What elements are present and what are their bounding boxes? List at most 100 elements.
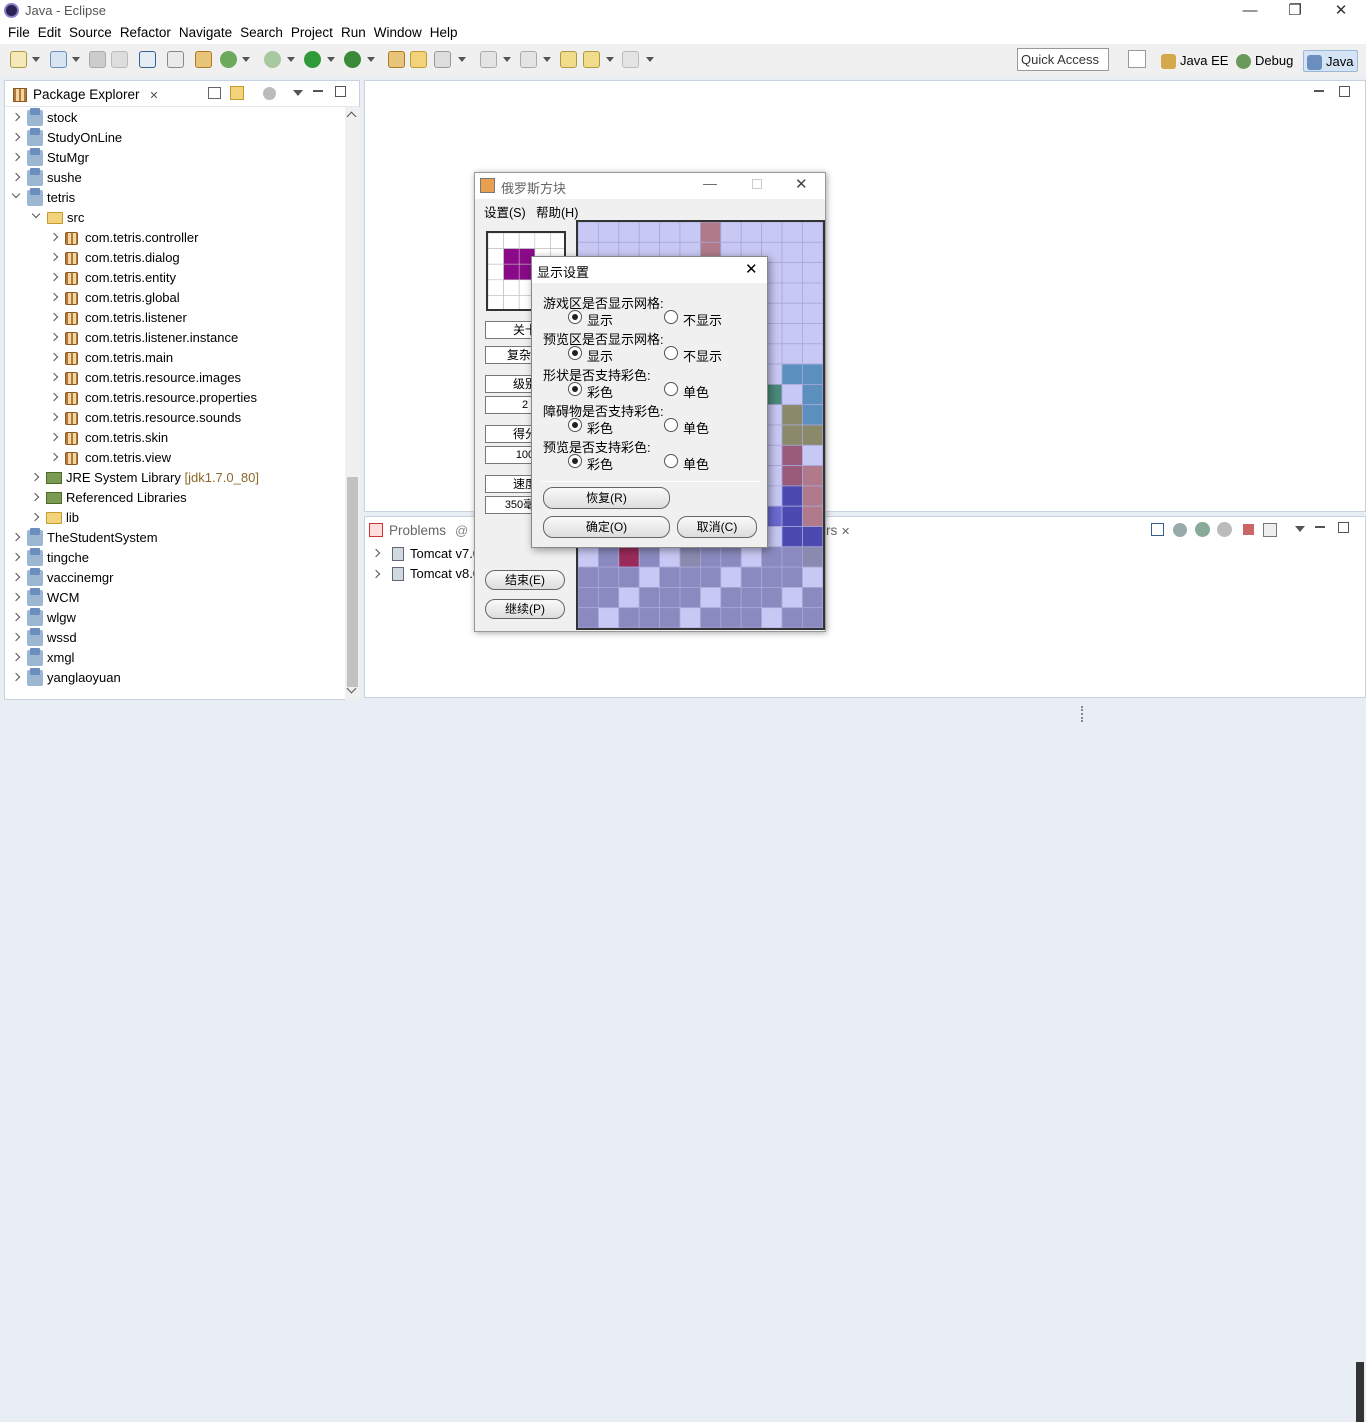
expand-arrow-icon[interactable] [11,572,21,582]
tree-item[interactable]: StudyOnLine [5,128,343,148]
radio-button[interactable] [664,310,678,324]
run-dropdown-icon[interactable] [327,57,335,62]
back-icon[interactable] [583,51,600,68]
tree-item[interactable]: lib [5,508,343,528]
menu-refactor[interactable]: Refactor [116,22,175,43]
expand-arrow-icon[interactable] [11,172,21,182]
tab-package-explorer[interactable]: Package Explorer ✕ [9,84,165,106]
expand-arrow-icon[interactable] [49,392,59,402]
quick-access-input[interactable]: Quick Access [1017,48,1109,71]
radio-label[interactable]: 不显示 [683,346,722,365]
search-dropdown-icon[interactable] [458,57,466,62]
menu-file[interactable]: File [4,22,34,43]
publish-icon[interactable] [1263,523,1277,537]
restore-button[interactable]: 恢复(R) [543,487,670,509]
tree-item[interactable]: com.tetris.listener [5,308,343,328]
perspective-java[interactable]: Java [1303,50,1359,72]
expand-arrow-icon[interactable] [49,372,59,382]
new-icon[interactable] [10,51,27,68]
search-icon[interactable] [434,51,451,68]
expand-arrow-icon[interactable] [49,252,59,262]
menu-source[interactable]: Source [65,22,116,43]
profile-server-icon[interactable] [1217,522,1232,537]
radio-label[interactable]: 彩色 [587,382,613,401]
tree-item[interactable]: yanglaoyuan [5,668,343,688]
collapse-all-icon[interactable] [208,87,221,99]
scrollbar-thumb[interactable] [347,477,358,687]
radio-label[interactable]: 单色 [683,418,709,437]
save-all-icon[interactable] [111,51,128,68]
tree-scrollbar[interactable] [345,107,360,701]
debug-dropdown-icon[interactable] [287,57,295,62]
restore-button[interactable]: ❐ [1272,0,1318,22]
expand-arrow-icon[interactable] [49,232,59,242]
expand-arrow-icon[interactable] [11,612,21,622]
menu-navigate[interactable]: Navigate [175,22,236,43]
prev-annotation-icon[interactable] [520,51,537,68]
tree-item[interactable]: com.tetris.resource.properties [5,388,343,408]
expand-arrow-icon[interactable] [11,152,21,162]
tree-item[interactable]: xmgl [5,648,343,668]
new-dropdown-icon[interactable] [32,57,40,62]
ok-button[interactable]: 确定(O) [543,516,670,538]
tetris-minimize-button[interactable]: — [703,175,717,191]
radio-button[interactable] [568,382,582,396]
menu-edit[interactable]: Edit [34,22,65,43]
refresh-dropdown-icon[interactable] [242,57,250,62]
refresh-icon[interactable] [220,51,237,68]
open-perspective-icon[interactable] [1128,50,1146,68]
tree-item[interactable]: src [5,208,343,228]
expand-arrow-icon[interactable] [49,412,59,422]
radio-label[interactable]: 彩色 [587,454,613,473]
radio-button[interactable] [664,382,678,396]
expand-arrow-icon[interactable] [49,352,59,362]
expand-arrow-icon[interactable] [11,132,21,142]
close-button[interactable]: ✕ [1318,0,1364,22]
cancel-button[interactable]: 取消(C) [677,516,757,538]
menu-search[interactable]: Search [236,22,287,43]
radio-label[interactable]: 单色 [683,454,709,473]
expand-arrow-icon[interactable] [11,552,21,562]
expand-arrow-icon[interactable] [11,652,21,662]
radio-button[interactable] [664,418,678,432]
tree-item[interactable]: wssd [5,628,343,648]
server-item[interactable]: Tomcat v7.0 [410,546,480,561]
maximize-view-icon[interactable] [1338,522,1349,533]
javadoc-tab-icon[interactable]: @ [455,523,468,538]
stop-server-icon[interactable] [1243,524,1254,535]
expand-arrow-icon[interactable] [49,452,59,462]
tree-item[interactable]: WCM [5,588,343,608]
tree-item[interactable]: StuMgr [5,148,343,168]
radio-button[interactable] [568,346,582,360]
radio-label[interactable]: 显示 [587,310,613,329]
debug-server-icon[interactable] [1173,523,1187,537]
skip-breakpoints-icon[interactable] [167,51,184,68]
dialog-close-button[interactable]: ✕ [745,260,758,278]
next-annotation-dropdown-icon[interactable] [503,57,511,62]
collapse-servers-icon[interactable] [1151,523,1164,536]
tree-item[interactable]: Referenced Libraries [5,488,343,508]
close-tab-icon[interactable]: ✕ [841,526,850,538]
debug-icon[interactable] [264,51,281,68]
last-edit-icon[interactable] [560,51,577,68]
expand-arrow-icon[interactable] [11,672,21,682]
tree-item[interactable]: JRE System Library [jdk1.7.0_80] [5,468,343,488]
start-server-icon[interactable] [1195,522,1210,537]
collapse-arrow-icon[interactable] [11,189,21,199]
tab-servers[interactable]: rs ✕ [826,523,850,538]
radio-button[interactable] [568,418,582,432]
menu-run[interactable]: Run [337,22,370,43]
expand-arrow-icon[interactable] [49,272,59,282]
tetris-menu-help[interactable]: 帮助(H) [536,202,578,221]
radio-label[interactable]: 彩色 [587,418,613,437]
back-dropdown-icon[interactable] [606,57,614,62]
tree-item[interactable]: com.tetris.controller [5,228,343,248]
radio-button[interactable] [568,310,582,324]
expand-arrow-icon[interactable] [49,292,59,302]
perspective-debug[interactable]: Debug [1233,50,1297,72]
save-icon[interactable] [89,51,106,68]
minimize-editor-icon[interactable] [1314,90,1324,92]
menu-window[interactable]: Window [370,22,426,43]
continue-button[interactable]: 继续(P) [485,599,565,619]
tree-item[interactable]: wlgw [5,608,343,628]
